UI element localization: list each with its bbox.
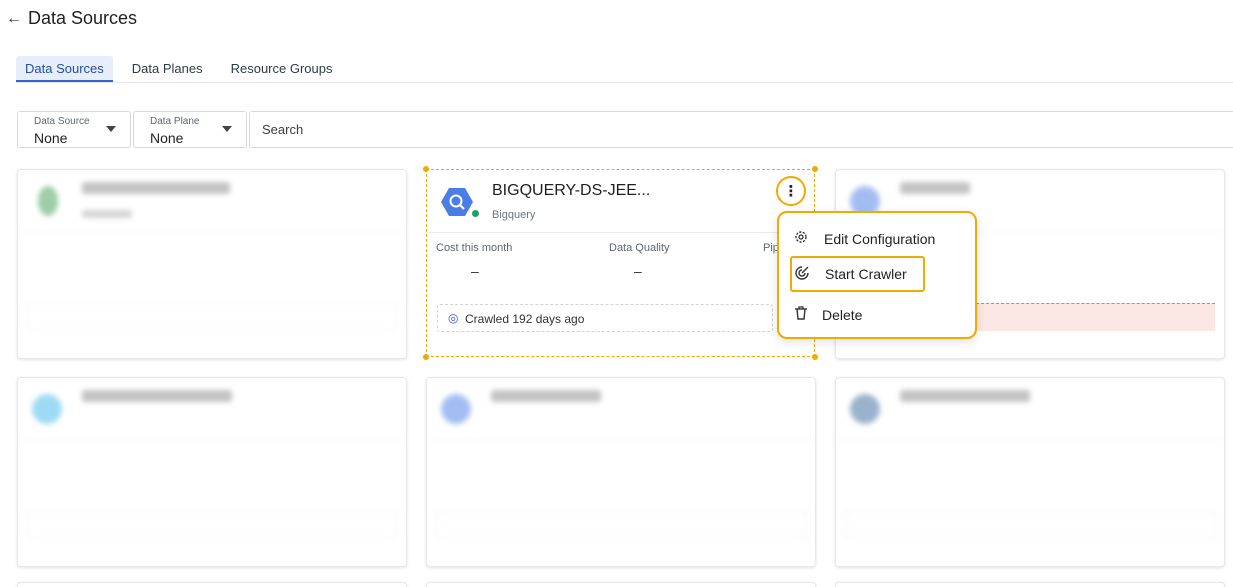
metric-label: Cost this month [436,242,513,254]
data-source-card-blurred[interactable] [426,377,816,567]
crawler-icon [795,266,809,280]
bigquery-logo-icon [441,188,473,216]
error-strip [976,303,1215,331]
menu-item-label: Start Crawler [825,266,907,282]
data-plane-value: None [150,130,184,146]
data-source-card-blurred [426,582,816,587]
search-field[interactable] [249,111,1233,148]
trash-icon [795,306,807,320]
card-subtitle: Bigquery [492,209,536,221]
database-logo-icon [38,186,58,216]
page-header: ← Data Sources [6,8,137,29]
search-input[interactable] [262,122,1162,137]
data-source-card-blurred[interactable] [835,377,1225,567]
crawl-status: ◎ Crawled 192 days ago [437,304,773,332]
data-plane-select[interactable]: Data Plane None [133,111,247,148]
database-logo-icon [32,394,62,424]
data-source-card-blurred [835,582,1225,587]
menu-item-start-crawler[interactable]: Start Crawler [790,256,925,292]
tab-data-planes[interactable]: Data Planes [123,56,212,82]
data-plane-label: Data Plane [150,116,200,127]
kebab-menu-icon: ⋮ [783,183,799,200]
tab-resource-groups[interactable]: Resource Groups [222,56,342,82]
data-source-card-blurred [17,582,407,587]
arrow-left-icon[interactable]: ← [6,10,22,27]
status-dot [471,209,480,218]
more-options-button[interactable]: ⋮ [776,176,806,206]
metric-value: – [471,263,479,279]
menu-item-delete[interactable]: Delete [779,297,975,333]
data-source-card-blurred[interactable] [17,169,407,359]
crawl-status-text: Crawled 192 days ago [465,312,585,326]
metric-value: – [634,263,642,279]
context-menu: Edit Configuration Start Crawler Delete [777,211,977,339]
data-source-select[interactable]: Data Source None [17,111,131,148]
data-source-label: Data Source [34,116,90,127]
tab-bar: Data Sources Data Planes Resource Groups [16,56,1233,83]
caret-down-icon [222,126,232,132]
caret-down-icon [106,126,116,132]
menu-item-edit-configuration[interactable]: Edit Configuration [779,221,975,257]
page-title: Data Sources [28,8,138,28]
crawler-icon: ◎ [448,311,459,325]
gear-icon [795,231,807,243]
menu-item-label: Edit Configuration [824,231,936,247]
tab-data-sources[interactable]: Data Sources [16,56,113,82]
menu-item-label: Delete [822,307,863,323]
database-logo-icon [441,394,471,424]
database-logo-icon [850,394,880,424]
data-source-card-blurred[interactable] [17,377,407,567]
metric-label: Data Quality [609,242,670,254]
data-source-card[interactable]: BIGQUERY-DS-JEE... Bigquery Cost this mo… [427,170,814,356]
card-title[interactable]: BIGQUERY-DS-JEE... [492,182,650,200]
data-source-value: None [34,130,68,146]
